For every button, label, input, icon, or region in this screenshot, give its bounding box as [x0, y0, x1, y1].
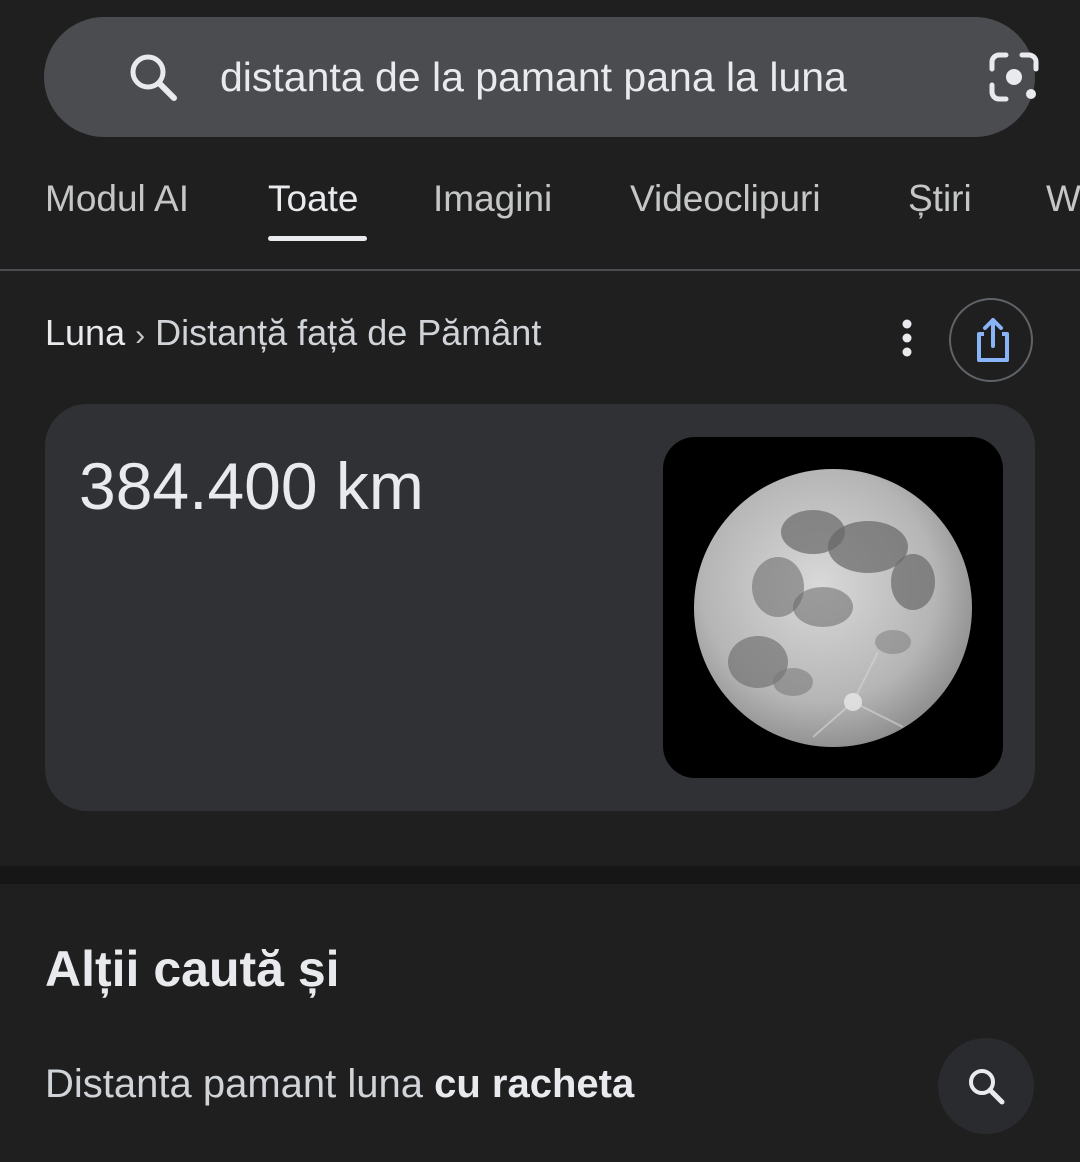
tab-videoclipuri[interactable]: Videoclipuri — [630, 178, 821, 220]
search-icon — [969, 1069, 1005, 1105]
related-search-bold: cu racheta — [434, 1062, 635, 1106]
answer-card: 384.400 km — [45, 404, 1035, 811]
tab-more[interactable]: W — [1046, 178, 1080, 220]
more-options-icon[interactable] — [890, 318, 924, 358]
breadcrumb-root[interactable]: Luna — [45, 312, 125, 353]
related-search-button[interactable] — [938, 1038, 1034, 1134]
related-searches-title: Alții caută și — [45, 941, 340, 997]
tab-toate[interactable]: Toate — [268, 178, 359, 220]
search-tabs: Modul AI Toate Imagini Videoclipuri Știr… — [0, 160, 1080, 270]
share-icon — [977, 318, 1009, 362]
related-search-prefix: Distanta pamant luna — [45, 1062, 435, 1106]
share-button[interactable] — [949, 298, 1033, 382]
search-icon[interactable] — [126, 50, 182, 106]
camera-lens-icon[interactable] — [986, 49, 1042, 105]
active-tab-indicator — [268, 236, 367, 241]
tab-modul-ai[interactable]: Modul AI — [45, 178, 189, 220]
search-bar[interactable]: distanta de la pamant pana la luna — [44, 17, 1039, 137]
search-input[interactable]: distanta de la pamant pana la luna — [220, 17, 910, 137]
related-search-item[interactable]: Distanta pamant luna cu racheta — [45, 1062, 634, 1107]
tab-imagini[interactable]: Imagini — [433, 178, 552, 220]
breadcrumb-leaf: Distanță față de Pământ — [155, 312, 542, 353]
breadcrumb: Luna › Distanță față de Pământ — [45, 312, 541, 354]
search-results-page: distanta de la pamant pana la luna Modul… — [0, 0, 1080, 1162]
tab-stiri[interactable]: Știri — [908, 178, 972, 220]
section-separator — [0, 866, 1080, 884]
answer-value: 384.400 km — [79, 449, 424, 523]
moon-illustration — [694, 469, 972, 747]
moon-image[interactable] — [663, 437, 1003, 778]
tabs-divider — [0, 269, 1080, 271]
breadcrumb-separator: › — [135, 319, 146, 352]
